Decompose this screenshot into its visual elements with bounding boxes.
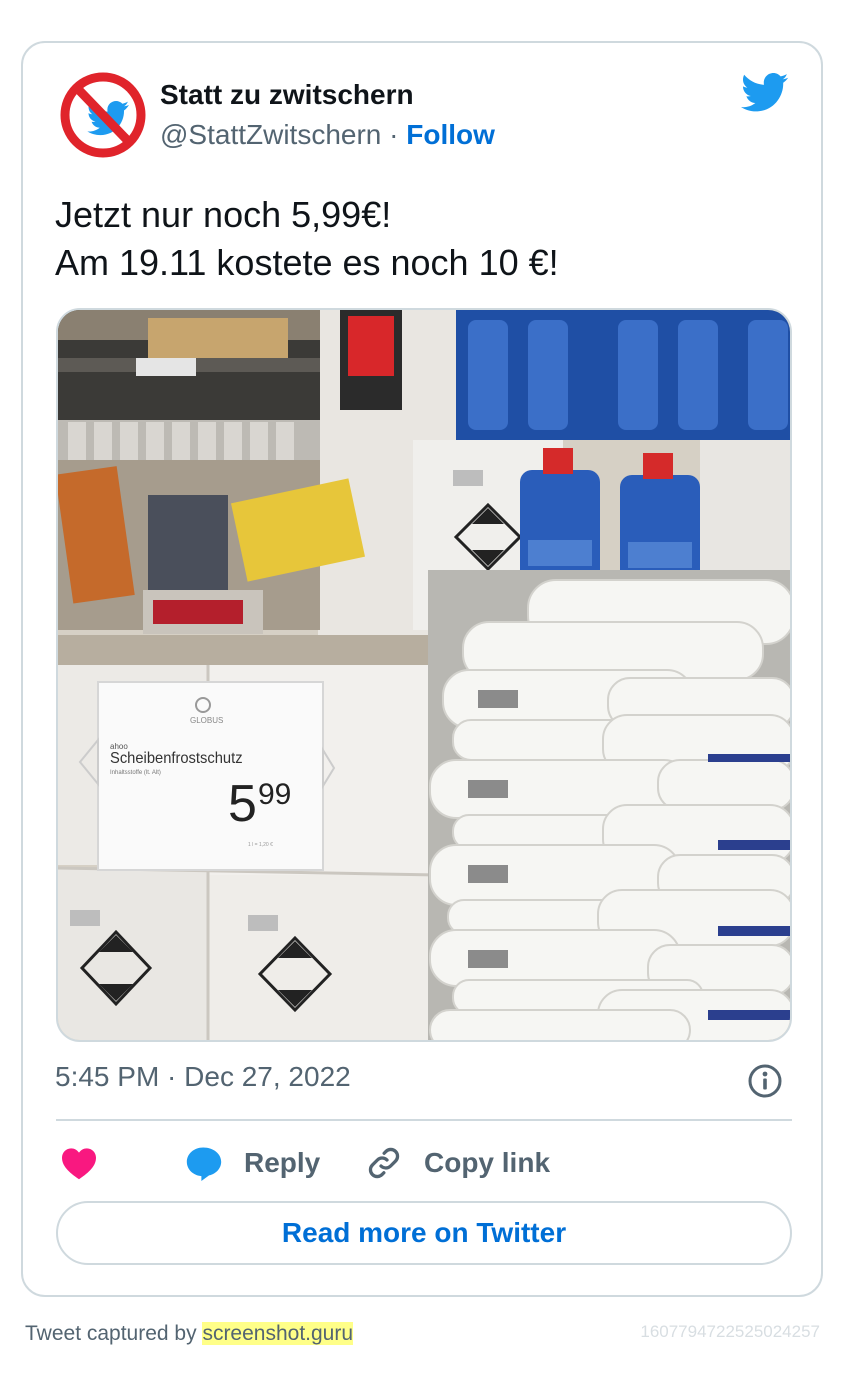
follow-link[interactable]: Follow bbox=[406, 119, 495, 150]
capture-credit: Tweet captured by screenshot.guru bbox=[25, 1322, 354, 1346]
copy-link-button[interactable]: Copy link bbox=[366, 1141, 550, 1185]
reply-label: Reply bbox=[244, 1147, 321, 1178]
tweet-id: 1607794722525024257 bbox=[640, 1322, 820, 1341]
price-unit: 1 l = 1,20 € bbox=[248, 842, 273, 848]
copy-link-label: Copy link bbox=[424, 1147, 551, 1178]
heart-icon bbox=[62, 1148, 96, 1180]
tweet-text-line: Am 19.11 kostete es noch 10 €! bbox=[55, 242, 559, 283]
price-cents: 99 bbox=[258, 778, 292, 811]
tweet-timestamp[interactable]: 5:45 PM · Dec 27, 2022 bbox=[55, 1061, 351, 1093]
author-handle[interactable]: @StattZwitschern bbox=[160, 119, 381, 150]
tweet-card: Statt zu zwitschern @StattZwitschern · F… bbox=[21, 41, 823, 1297]
capture-credit-prefix: Tweet captured by bbox=[25, 1322, 203, 1345]
like-button[interactable] bbox=[60, 1141, 98, 1185]
info-icon[interactable] bbox=[747, 1063, 783, 1099]
avatar[interactable] bbox=[59, 71, 147, 159]
capture-site-link[interactable]: screenshot.guru bbox=[202, 1322, 354, 1345]
reply-bubble-icon bbox=[186, 1147, 222, 1181]
price-sign: GLOBUS ahoo Scheibenfrostschutz Inhaltss… bbox=[98, 682, 323, 870]
tweet-text-line: Jetzt nur noch 5,99€! bbox=[55, 194, 392, 235]
author-name[interactable]: Statt zu zwitschern bbox=[160, 79, 414, 111]
no-bird-icon bbox=[59, 71, 147, 159]
tweet-text: Jetzt nur noch 5,99€! Am 19.11 kostete e… bbox=[55, 191, 559, 287]
price-sign-brand: GLOBUS bbox=[190, 716, 224, 725]
price-sign-product: Scheibenfrostschutz bbox=[110, 750, 243, 767]
twitter-bird-icon[interactable] bbox=[741, 73, 789, 113]
link-icon bbox=[368, 1147, 400, 1179]
divider bbox=[56, 1119, 792, 1121]
handle-row: @StattZwitschern · Follow bbox=[160, 119, 495, 151]
tweet-photo[interactable]: GLOBUS ahoo Scheibenfrostschutz Inhaltss… bbox=[56, 308, 792, 1042]
read-more-button[interactable]: Read more on Twitter bbox=[56, 1201, 792, 1265]
reply-button[interactable]: Reply bbox=[184, 1141, 320, 1185]
store-shelf-photo bbox=[58, 310, 790, 1040]
separator-dot: · bbox=[389, 119, 399, 150]
action-bar: Reply Copy link bbox=[56, 1141, 792, 1185]
price-sign-subline: Inhaltsstoffe (lt. Alt) bbox=[110, 770, 161, 776]
price-main: 5 bbox=[228, 775, 257, 833]
